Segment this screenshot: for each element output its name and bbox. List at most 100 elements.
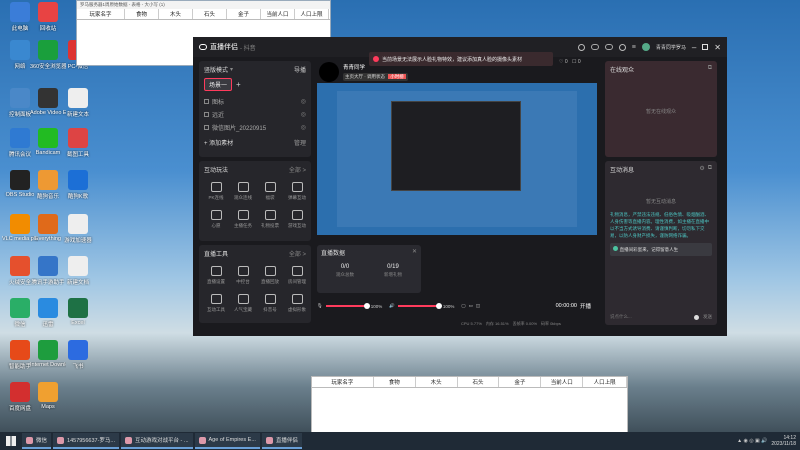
taskbar-item[interactable]: 微信 bbox=[22, 433, 52, 449]
tool-button[interactable]: 人气宝藏 bbox=[230, 294, 256, 313]
desktop-icon-label: 截图工具 bbox=[66, 152, 89, 158]
tool-button[interactable]: 中控台 bbox=[230, 266, 256, 285]
menu-icon[interactable]: ≡ bbox=[632, 44, 636, 51]
column-header[interactable]: 木头 bbox=[159, 9, 193, 19]
tool-button[interactable]: 直播回放 bbox=[257, 266, 283, 285]
tools-title: 直播工具 bbox=[204, 252, 229, 258]
column-header[interactable]: 石头 bbox=[458, 377, 500, 387]
tool-button[interactable]: 直播设置 bbox=[203, 266, 229, 285]
eye-icon[interactable]: ◎ bbox=[301, 124, 306, 131]
send-button[interactable]: 发送 bbox=[703, 314, 712, 320]
record-icon[interactable] bbox=[577, 43, 585, 51]
tool-button[interactable]: 游戏互动 bbox=[284, 210, 310, 229]
camera-icon[interactable] bbox=[590, 44, 599, 50]
settings-icon[interactable] bbox=[618, 43, 626, 51]
maximize-icon[interactable] bbox=[702, 44, 709, 50]
start-live-button[interactable]: 开播 bbox=[580, 302, 591, 310]
minimize-icon[interactable]: – bbox=[692, 43, 696, 52]
excel-title: 罗马服务器1周原始数据 - 表格 - 大小写 (1) bbox=[77, 1, 330, 9]
emoji-icon[interactable] bbox=[694, 314, 699, 320]
tool-button[interactable]: PK连线 bbox=[203, 182, 229, 201]
tool-button[interactable]: 礼物投票 bbox=[257, 210, 283, 229]
column-header[interactable]: 木头 bbox=[416, 377, 458, 387]
column-header[interactable]: 人口上限 bbox=[583, 377, 628, 387]
tool-label: 中控台 bbox=[236, 279, 250, 284]
tool-button[interactable]: 弹幕互动 bbox=[284, 182, 310, 201]
desktop-icon[interactable]: Excel bbox=[60, 298, 96, 326]
desktop-icon[interactable]: 飞书 bbox=[60, 340, 96, 370]
chat-settings-icon[interactable]: ⚙ bbox=[699, 165, 704, 174]
live-companion-window[interactable]: 直播伴侣 - 抖音 ≡ 青青同学罗马 – ✕ 竖版模式 ▾ 导播 场景一 + 图… bbox=[193, 37, 727, 336]
tools-more-link[interactable]: 全部 > bbox=[289, 249, 306, 258]
chat-popout-icon[interactable]: ⧉ bbox=[708, 165, 712, 174]
layout-mode[interactable]: 竖版模式 bbox=[204, 65, 228, 74]
column-header[interactable]: 玩家名字 bbox=[77, 9, 125, 19]
chat-icon[interactable] bbox=[604, 44, 613, 50]
preview-area[interactable] bbox=[317, 83, 597, 235]
desktop-icon[interactable]: Maps bbox=[30, 382, 66, 410]
taskbar-item[interactable]: 直播伴侣 bbox=[261, 433, 302, 449]
source-item[interactable]: 远近 ◎ bbox=[204, 108, 306, 121]
taskbar-app-icon bbox=[125, 436, 133, 444]
chevron-down-icon[interactable]: ▾ bbox=[230, 66, 233, 73]
popout-icon[interactable]: ⧉ bbox=[708, 65, 712, 74]
mic-slider[interactable] bbox=[325, 303, 370, 309]
preview-stat: 主页大厅 · 调用状态 小时榜 bbox=[343, 73, 408, 81]
start-icon[interactable] bbox=[6, 436, 16, 446]
taskbar-item[interactable]: Age of Empires E... bbox=[194, 433, 260, 449]
stats-close-icon[interactable]: ✕ bbox=[412, 248, 417, 257]
taskbar-items: 微信 1457956637-罗马... 互动游戏对战平台 - ... Age of E… bbox=[22, 433, 304, 449]
desktop-icon[interactable]: 酷狗K歌 bbox=[60, 170, 96, 200]
status-bar: CPU 5.77% 内存 16.51% 丢帧率 0.00% 码率 0kbps bbox=[461, 321, 601, 327]
speaker-slider[interactable] bbox=[397, 303, 442, 309]
desktop-icon[interactable]: 新建文本 bbox=[60, 88, 96, 118]
tool-button[interactable]: 抖音号 bbox=[257, 294, 283, 313]
tool-icon bbox=[291, 210, 303, 220]
mic-icon[interactable]: 🎙 bbox=[317, 303, 323, 309]
close-icon[interactable]: ✕ bbox=[714, 43, 721, 52]
screenshot-icon[interactable]: ◫ bbox=[476, 303, 480, 309]
speaker-percent: 100% bbox=[442, 303, 455, 309]
column-header[interactable]: 金子 bbox=[499, 377, 542, 387]
desktop-icon[interactable]: 游戏加速器 bbox=[60, 214, 96, 244]
app-icon bbox=[10, 298, 30, 318]
taskbar-item[interactable]: 互动游戏对战平台 - ... bbox=[121, 433, 193, 449]
tool-button[interactable]: 主播任务 bbox=[230, 210, 256, 229]
tool-button[interactable]: 房间管理 bbox=[284, 266, 310, 285]
tool-button[interactable]: 互动工具 bbox=[203, 294, 229, 313]
add-scene-button[interactable]: + bbox=[236, 80, 241, 89]
column-header[interactable]: 当前人口 bbox=[261, 9, 295, 19]
column-header[interactable]: 当前人口 bbox=[541, 377, 584, 387]
tool-button[interactable]: 心愿 bbox=[203, 210, 229, 229]
record-button-icon[interactable]: ▢ bbox=[461, 303, 465, 309]
scene-tab[interactable]: 场景一 bbox=[204, 78, 233, 91]
eye-icon[interactable]: ◎ bbox=[301, 111, 306, 118]
camera-button-icon[interactable]: ▭ bbox=[469, 303, 473, 309]
taskbar-item[interactable]: 1457956637-罗马... bbox=[53, 433, 120, 449]
speaker-icon[interactable]: 🔊 bbox=[389, 303, 395, 309]
desktop-icon[interactable]: 截图工具 bbox=[60, 128, 96, 158]
interact-more-link[interactable]: 全部 > bbox=[289, 165, 306, 174]
source-item[interactable]: 图标 ◎ bbox=[204, 95, 306, 108]
user-name[interactable]: 青青同学罗马 bbox=[656, 44, 686, 51]
manage-button[interactable]: 管理 bbox=[294, 138, 306, 147]
desktop-icon[interactable]: 回收站 bbox=[30, 2, 66, 32]
tool-button[interactable]: 虚拟形象 bbox=[284, 294, 310, 313]
eye-icon[interactable]: ◎ bbox=[301, 98, 306, 105]
column-header[interactable]: 人口上限 bbox=[295, 9, 329, 19]
import-button[interactable]: 导播 bbox=[294, 65, 306, 74]
desktop-icon[interactable]: 新建文档 bbox=[60, 256, 96, 286]
tool-button[interactable]: 福袋 bbox=[257, 182, 283, 201]
column-header[interactable]: 石头 bbox=[193, 9, 227, 19]
avatar[interactable] bbox=[641, 43, 650, 51]
tray-icons[interactable]: ▲ ◉ ◎ ▣ 🔊 bbox=[737, 438, 767, 444]
tool-button[interactable]: 观众连线 bbox=[230, 182, 256, 201]
chat-input[interactable]: 说点什么... bbox=[610, 314, 632, 320]
source-item[interactable]: 微信图片_20220915 ◎ bbox=[204, 121, 306, 134]
column-header[interactable]: 食物 bbox=[374, 377, 416, 387]
column-header[interactable]: 金子 bbox=[227, 9, 261, 19]
add-source-button[interactable]: + 添加素材 bbox=[204, 138, 233, 147]
app-icon bbox=[38, 128, 58, 148]
column-header[interactable]: 玩家名字 bbox=[312, 377, 374, 387]
column-header[interactable]: 食物 bbox=[125, 9, 159, 19]
